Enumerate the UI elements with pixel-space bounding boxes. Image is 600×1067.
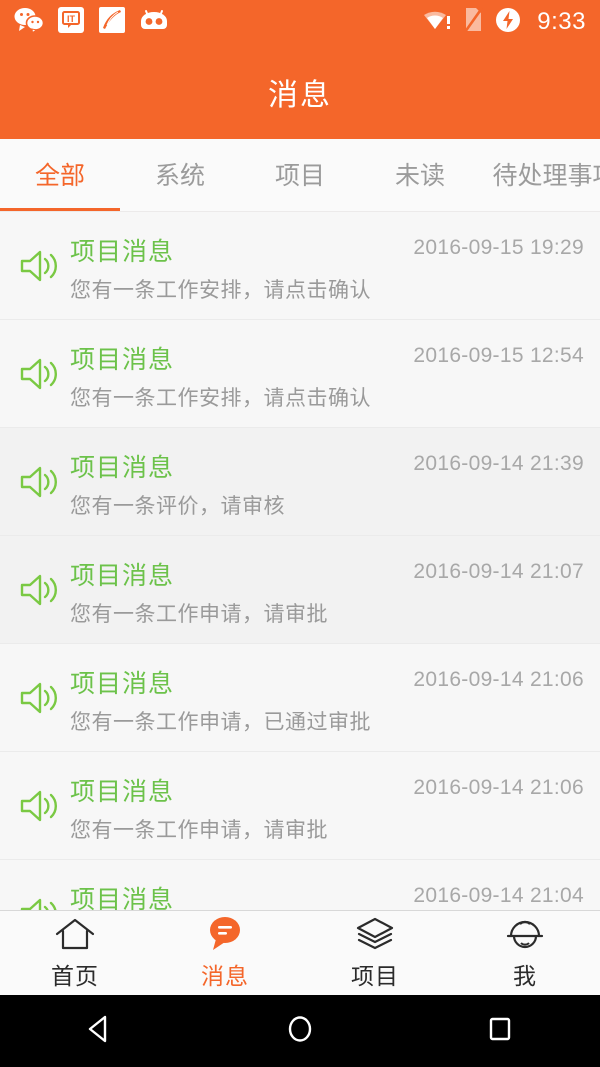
speaker-icon [18,246,62,286]
message-row[interactable]: 项目消息 2016-09-14 21:39 您有一条评价，请审核 [0,428,600,536]
message-row[interactable]: 项目消息 2016-09-15 12:54 您有一条工作安排，请点击确认 [0,320,600,428]
feather-icon [98,6,126,39]
wechat-icon [14,7,45,38]
message-date: 2016-09-15 19:29 [413,236,584,259]
recents-square-icon [483,1012,517,1051]
tab-unread[interactable]: 未读 [360,139,480,211]
message-list[interactable]: 项目消息 2016-09-15 19:29 您有一条工作安排，请点击确认 项目消… [0,212,600,910]
message-body: 您有一条评价，请审核 [70,495,285,518]
home-button[interactable] [200,1012,400,1051]
message-title: 项目消息 [70,562,175,590]
speaker-icon [18,786,62,826]
message-row[interactable]: 项目消息 2016-09-14 21:04 [0,860,600,910]
message-body: 您有一条工作申请，请审批 [70,603,328,626]
nav-item-messages[interactable]: 消息 [150,911,300,996]
layers-icon [353,915,397,953]
tab-bar[interactable]: 全部 系统 项目 未读 待处理事项 [0,139,600,212]
home-circle-icon [283,1012,317,1051]
it-bubble-icon: IT [57,6,85,39]
back-triangle-icon [83,1012,117,1051]
svg-text:IT: IT [67,14,76,24]
tab-label: 项目 [274,162,325,190]
tab-project[interactable]: 项目 [240,139,360,211]
message-row[interactable]: 项目消息 2016-09-15 19:29 您有一条工作安排，请点击确认 [0,212,600,320]
speaker-icon [18,462,62,502]
message-title: 项目消息 [70,886,175,910]
nav-label: 消息 [201,963,249,989]
status-bar-system-icons: 9:33 [422,6,586,39]
recents-button[interactable] [400,1012,600,1051]
cyanogenmod-icon [139,7,169,38]
message-date: 2016-09-14 21:07 [413,560,584,583]
message-title: 项目消息 [70,238,175,266]
page-title: 消息 [268,78,332,112]
nav-item-project[interactable]: 项目 [300,911,450,996]
tab-label: 未读 [394,162,445,190]
sim-missing-icon [463,6,484,38]
tab-label: 待处理事项 [492,162,600,190]
message-date: 2016-09-15 12:54 [413,344,584,367]
message-date: 2016-09-14 21:06 [413,668,584,691]
message-title: 项目消息 [70,346,175,374]
message-title: 项目消息 [70,670,175,698]
message-body: 您有一条工作申请，已通过审批 [70,711,371,734]
chat-bubble-icon [203,915,247,953]
status-bar-clock: 9:33 [537,8,586,35]
tab-label: 全部 [34,162,85,190]
nav-label: 项目 [351,963,399,989]
message-title: 项目消息 [70,778,175,806]
tab-system[interactable]: 系统 [120,139,240,211]
hard-hat-icon [503,915,547,953]
status-bar-notifications: IT [14,6,169,39]
message-row[interactable]: 项目消息 2016-09-14 21:06 您有一条工作申请，请审批 [0,752,600,860]
message-body: 您有一条工作安排，请点击确认 [70,279,371,302]
tab-label: 系统 [154,162,205,190]
message-row[interactable]: 项目消息 2016-09-14 21:07 您有一条工作申请，请审批 [0,536,600,644]
message-title: 项目消息 [70,454,175,482]
message-body: 您有一条工作申请，请审批 [70,819,328,842]
speaker-icon [18,354,62,394]
message-date: 2016-09-14 21:39 [413,452,584,475]
back-button[interactable] [0,1012,200,1051]
phone-screen: IT 9:33 消息 全部 系统 项目 未读 待处理事 项目消息 2016-09… [0,0,600,1067]
home-icon [53,915,97,953]
nav-item-profile[interactable]: 我 [450,911,600,996]
nav-label: 首页 [51,963,99,989]
system-navigation-bar[interactable] [0,995,600,1067]
tab-pending[interactable]: 待处理事项 [480,139,600,211]
wifi-alert-icon [422,8,452,37]
charging-bolt-icon [494,6,522,39]
speaker-icon [18,570,62,610]
app-header: 消息 [0,44,600,139]
nav-item-home[interactable]: 首页 [0,911,150,996]
tab-all[interactable]: 全部 [0,139,120,211]
message-date: 2016-09-14 21:06 [413,776,584,799]
nav-label: 我 [513,963,537,989]
speaker-icon [18,894,62,910]
message-body: 您有一条工作安排，请点击确认 [70,387,371,410]
speaker-icon [18,678,62,718]
status-bar: IT 9:33 [0,0,600,44]
message-date: 2016-09-14 21:04 [413,884,584,907]
bottom-navigation[interactable]: 首页 消息 项目 我 [0,910,600,995]
message-row[interactable]: 项目消息 2016-09-14 21:06 您有一条工作申请，已通过审批 [0,644,600,752]
